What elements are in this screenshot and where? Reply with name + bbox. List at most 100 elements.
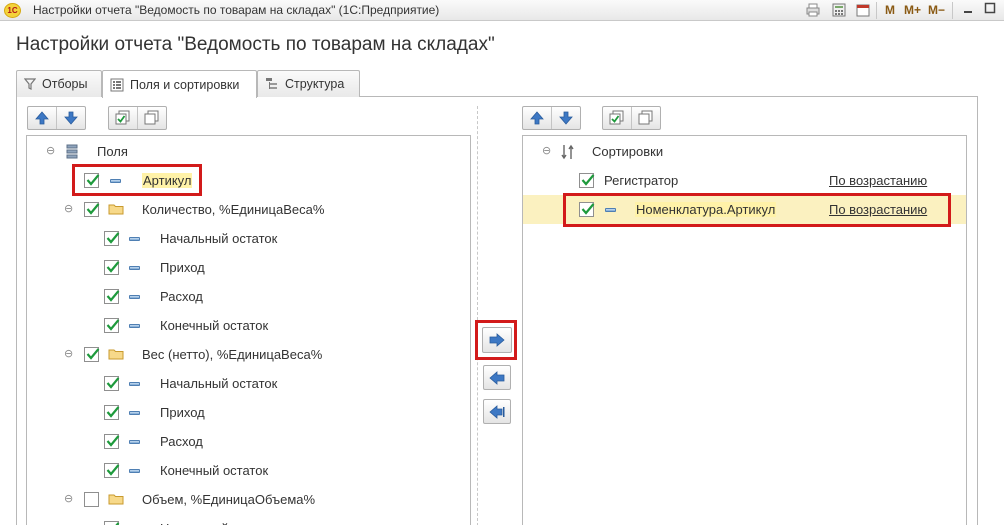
tree-field-row[interactable]: Расход — [27, 427, 470, 456]
field-label: Конечный остаток — [160, 318, 269, 333]
field-label: Расход — [160, 289, 203, 304]
check-all-icon — [609, 110, 624, 125]
panel-divider — [477, 106, 478, 525]
field-checkbox[interactable] — [104, 231, 120, 246]
arrow-down-icon — [63, 111, 78, 125]
calendar-icon[interactable] — [856, 3, 870, 17]
tree-root-fields[interactable]: ⊖ Поля — [27, 137, 470, 166]
field-checkbox[interactable] — [104, 260, 120, 275]
field-checkbox[interactable] — [104, 318, 120, 333]
field-checkbox[interactable] — [84, 347, 100, 362]
collapse-icon[interactable]: ⊖ — [46, 146, 55, 157]
arrow-up-icon — [530, 111, 544, 125]
field-checkbox[interactable] — [84, 492, 99, 507]
sort-row-checkbox[interactable] — [579, 173, 595, 188]
print-icon[interactable] — [806, 3, 820, 17]
tree-root-label: Сортировки — [592, 144, 664, 159]
move-up-button[interactable] — [28, 107, 56, 129]
uncheck-all-button[interactable] — [137, 107, 165, 129]
tree-field-row[interactable]: Начальный остаток — [27, 224, 470, 253]
memory-m-button[interactable]: M — [885, 3, 895, 17]
collapse-icon[interactable]: ⊖ — [542, 146, 551, 157]
uncheck-all-icon — [638, 110, 652, 125]
tree-field-row[interactable]: Начальный остаток — [27, 369, 470, 398]
field-label: Начальный остаток — [160, 521, 277, 525]
highlight-annotation-article — [72, 164, 202, 196]
tab-filters[interactable]: Отборы — [16, 70, 102, 97]
field-checkbox[interactable] — [104, 521, 120, 525]
fields-list-icon — [66, 144, 78, 159]
check-icon — [86, 348, 100, 360]
field-label: Начальный остаток — [160, 231, 278, 246]
folder-icon — [108, 348, 124, 360]
tree-root-sorting[interactable]: ⊖ Сортировки — [523, 137, 966, 166]
remove-from-sort-button[interactable] — [483, 365, 511, 390]
field-icon — [129, 266, 140, 270]
sort-direction-link[interactable]: По возрастанию — [829, 173, 927, 188]
left-check-group — [108, 106, 167, 130]
tree-field-row[interactable]: Приход — [27, 253, 470, 282]
field-checkbox[interactable] — [104, 376, 120, 391]
field-label: Вес (нетто), %ЕдиницаВеса% — [142, 347, 323, 362]
check-all-button[interactable] — [109, 107, 137, 129]
field-label: Количество, %ЕдиницаВеса% — [142, 202, 325, 217]
move-down-button[interactable] — [56, 107, 84, 129]
tab-structure[interactable]: Структура — [257, 70, 360, 97]
window-minimize-button[interactable] — [960, 2, 976, 18]
sort-row-label: Регистратор — [604, 173, 679, 188]
field-label: Объем, %ЕдиницаОбъема% — [142, 492, 316, 507]
field-checkbox[interactable] — [104, 434, 120, 449]
check-all-icon — [115, 110, 130, 125]
calculator-icon[interactable] — [832, 3, 846, 17]
field-icon — [129, 237, 140, 241]
tree-group-row[interactable]: ⊖ Количество, %ЕдиницаВеса% — [27, 195, 470, 224]
app-logo-icon: 1С — [4, 3, 21, 18]
tab-label: Структура — [285, 77, 345, 91]
field-label: Конечный остаток — [160, 463, 269, 478]
field-checkbox[interactable] — [104, 289, 120, 304]
highlight-annotation-add — [475, 320, 517, 360]
collapse-icon[interactable]: ⊖ — [64, 494, 73, 505]
tree-field-row[interactable]: Конечный остаток — [27, 456, 470, 485]
uncheck-all-icon — [144, 110, 158, 125]
tree-field-row[interactable]: Конечный остаток — [27, 311, 470, 340]
field-label: Начальный остаток — [160, 376, 278, 391]
collapse-icon[interactable]: ⊖ — [64, 204, 73, 215]
check-icon — [106, 406, 120, 418]
window-maximize-button[interactable] — [982, 2, 998, 18]
memory-m-minus-button[interactable]: M− — [928, 3, 945, 17]
tab-label: Отборы — [42, 77, 88, 91]
field-label: Расход — [160, 434, 203, 449]
memory-m-plus-button[interactable]: M+ — [904, 3, 921, 17]
remove-all-from-sort-button[interactable] — [483, 399, 511, 424]
sort-move-up-button[interactable] — [523, 107, 551, 129]
tree-group-row[interactable]: ⊖ Вес (нетто), %ЕдиницаВеса% — [27, 340, 470, 369]
window-title: Настройки отчета "Ведомость по товарам н… — [33, 3, 440, 17]
collapse-icon[interactable]: ⊖ — [64, 349, 73, 360]
field-label: Приход — [160, 260, 205, 275]
sort-uncheck-all-button[interactable] — [631, 107, 659, 129]
field-checkbox[interactable] — [104, 463, 120, 478]
tree-field-row[interactable]: Начальный остаток — [27, 514, 470, 525]
arrow-left-icon — [489, 370, 505, 385]
arrow-up-icon — [35, 111, 49, 125]
field-checkbox[interactable] — [104, 405, 120, 420]
tab-fields-and-sorting[interactable]: Поля и сортировки — [102, 70, 257, 98]
field-icon — [129, 440, 140, 444]
tree-field-row[interactable]: Приход — [27, 398, 470, 427]
field-icon — [129, 324, 140, 328]
field-checkbox[interactable] — [84, 202, 100, 217]
check-icon — [86, 203, 100, 215]
field-icon — [129, 411, 140, 415]
check-icon — [106, 464, 120, 476]
check-icon — [106, 319, 120, 331]
tree-field-row[interactable]: Расход — [27, 282, 470, 311]
field-label: Приход — [160, 405, 205, 420]
check-icon — [106, 435, 120, 447]
sort-row[interactable]: Регистратор По возрастанию — [523, 166, 966, 195]
tree-group-row[interactable]: ⊖ Объем, %ЕдиницаОбъема% — [27, 485, 470, 514]
check-icon — [106, 232, 120, 244]
sort-check-all-button[interactable] — [603, 107, 631, 129]
sort-move-down-button[interactable] — [551, 107, 579, 129]
sort-icon — [561, 144, 574, 160]
